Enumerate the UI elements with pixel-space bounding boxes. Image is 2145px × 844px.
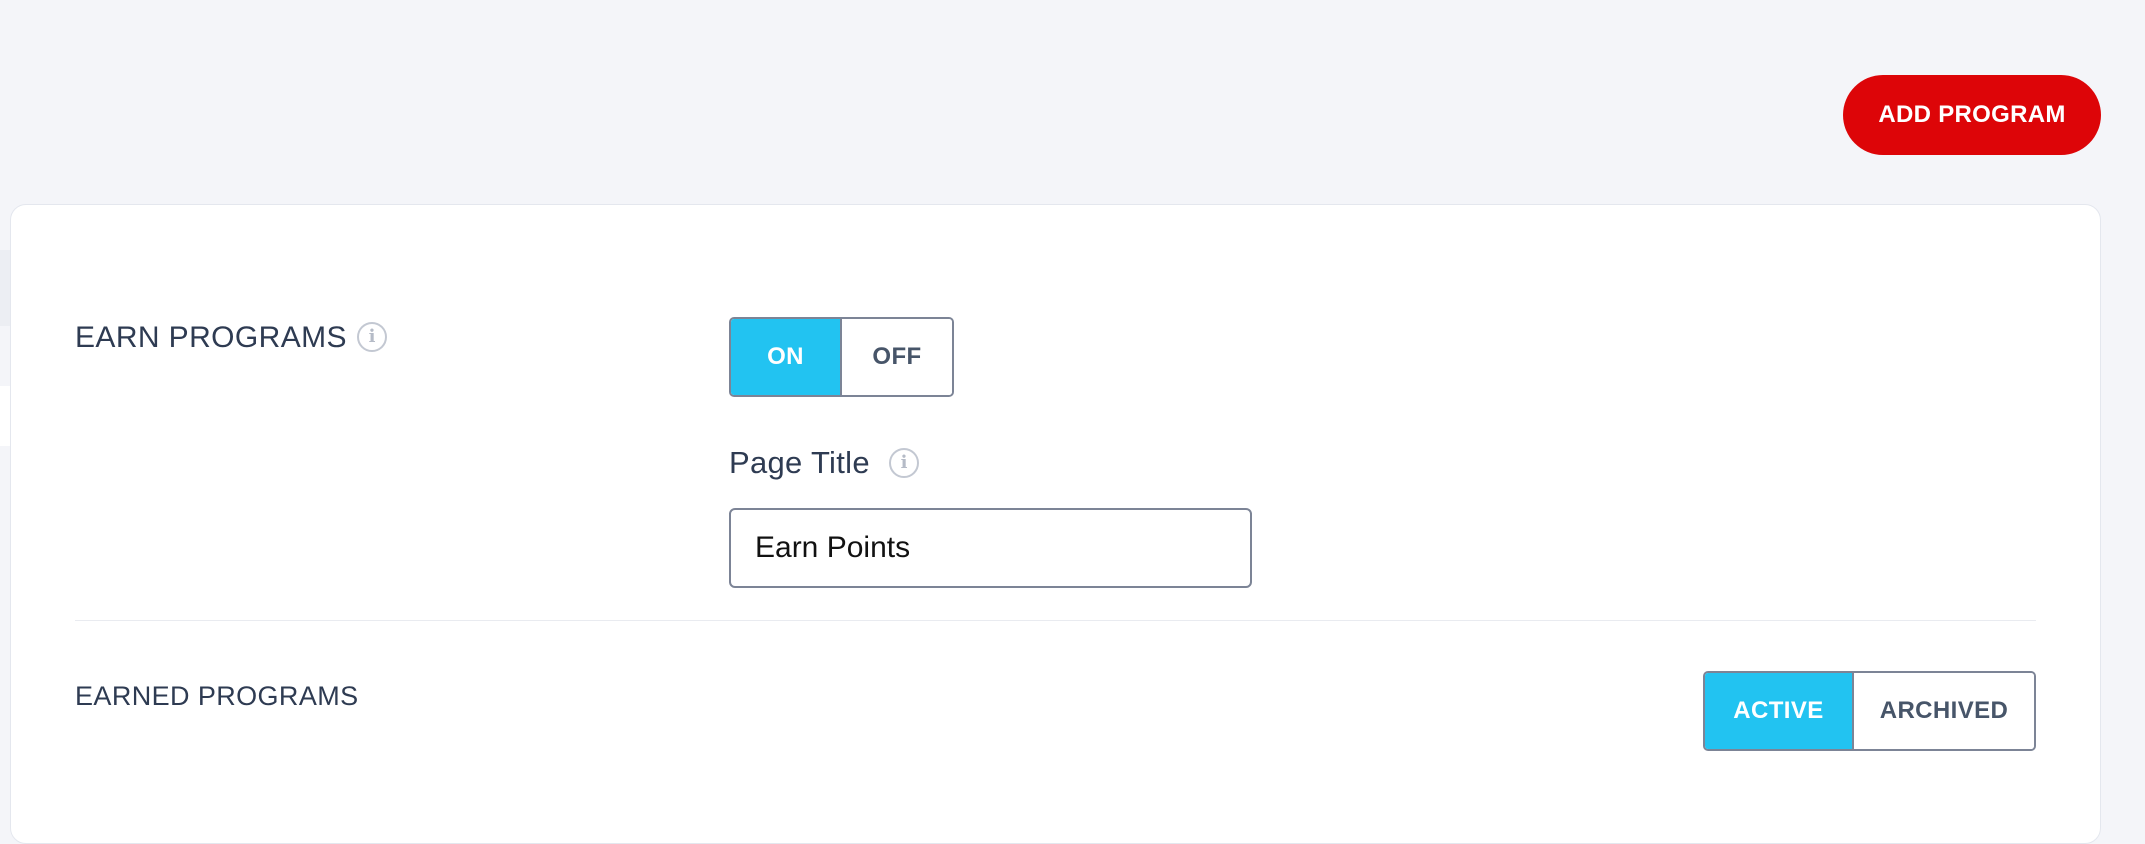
toggle-on-button[interactable]: ON [731, 319, 842, 395]
earned-programs-label: EARNED PROGRAMS [75, 681, 359, 711]
section-divider [75, 620, 2036, 621]
sidebar-edge-panel [0, 386, 10, 446]
earn-programs-label: EARN PROGRAMS [75, 321, 347, 354]
program-status-filter: ACTIVE ARCHIVED [1703, 671, 2036, 751]
info-icon[interactable]: i [889, 448, 919, 478]
earn-programs-toggle: ON OFF [729, 317, 954, 397]
filter-archived-button[interactable]: ARCHIVED [1854, 673, 2034, 749]
toggle-off-button[interactable]: OFF [842, 319, 952, 395]
page-title-input[interactable] [729, 508, 1252, 588]
add-program-button[interactable]: ADD PROGRAM [1843, 75, 2101, 155]
info-icon[interactable]: i [357, 322, 387, 352]
filter-active-button[interactable]: ACTIVE [1705, 673, 1854, 749]
page-title-label: Page Title [729, 445, 870, 480]
sidebar-edge-highlight [0, 250, 10, 326]
